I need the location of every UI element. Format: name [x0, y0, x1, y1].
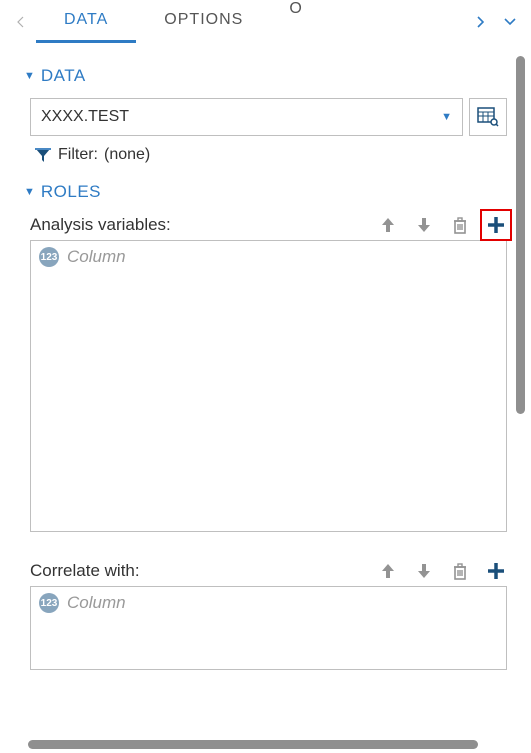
trash-icon	[452, 216, 468, 234]
role-analysis-header: Analysis variables:	[30, 214, 507, 236]
role-correlate-list[interactable]: 123 Column	[30, 586, 507, 670]
table-search-icon	[477, 107, 499, 127]
vertical-scrollbar[interactable]	[516, 56, 525, 414]
section-data-title: DATA	[41, 66, 86, 86]
plus-icon	[486, 561, 506, 581]
move-down-button[interactable]	[413, 560, 435, 582]
arrow-up-icon	[380, 216, 396, 234]
dataset-name: XXXX.TEST	[41, 108, 129, 126]
section-data-header[interactable]: ▼ DATA	[24, 66, 507, 86]
tabs-row: DATA OPTIONS O	[0, 0, 531, 44]
browse-dataset-button[interactable]	[469, 98, 507, 136]
placeholder-text: Column	[67, 593, 126, 613]
tab-data[interactable]: DATA	[36, 0, 136, 43]
tab-partial[interactable]: O	[271, 0, 310, 43]
role-correlate-block: Correlate with:	[30, 560, 507, 670]
move-up-button[interactable]	[377, 214, 399, 236]
dropdown-caret-icon: ▼	[441, 111, 452, 123]
arrow-up-icon	[380, 562, 396, 580]
tab-scroll-left-icon[interactable]	[6, 16, 36, 28]
dataset-select[interactable]: XXXX.TEST ▼	[30, 98, 463, 136]
numeric-badge-icon: 123	[39, 247, 59, 267]
caret-down-icon: ▼	[24, 70, 35, 82]
filter-label: Filter:	[58, 146, 98, 164]
numeric-badge-icon: 123	[39, 593, 59, 613]
tab-menu-caret-icon[interactable]	[495, 18, 525, 26]
filter-value: (none)	[104, 146, 150, 164]
caret-down-icon: ▼	[24, 186, 35, 198]
placeholder-text: Column	[67, 247, 126, 267]
role-correlate-header: Correlate with:	[30, 560, 507, 582]
tabs-container: DATA OPTIONS O	[36, 0, 465, 43]
filter-row[interactable]: Filter: (none)	[34, 146, 507, 164]
tab-options[interactable]: OPTIONS	[136, 0, 271, 43]
section-roles-title: ROLES	[41, 182, 101, 202]
role-analysis-block: Analysis variables:	[30, 214, 507, 532]
add-correlate-button[interactable]	[485, 560, 507, 582]
role-analysis-list[interactable]: 123 Column	[30, 240, 507, 532]
dataset-row: XXXX.TEST ▼	[30, 98, 507, 136]
section-roles-header[interactable]: ▼ ROLES	[24, 182, 507, 202]
panel-body: ▼ DATA XXXX.TEST ▼ Filter:	[0, 44, 531, 753]
tab-scroll-right-icon[interactable]	[465, 16, 495, 28]
role-analysis-label: Analysis variables:	[30, 215, 171, 235]
plus-icon	[486, 215, 506, 235]
arrow-down-icon	[416, 562, 432, 580]
role-correlate-placeholder: 123 Column	[31, 587, 506, 619]
move-up-button[interactable]	[377, 560, 399, 582]
trash-icon	[452, 562, 468, 580]
role-correlate-label: Correlate with:	[30, 561, 140, 581]
role-analysis-placeholder: 123 Column	[31, 241, 506, 273]
delete-button[interactable]	[449, 214, 471, 236]
filter-icon	[34, 146, 52, 164]
highlight-add-analysis	[480, 209, 512, 241]
role-analysis-actions	[377, 214, 507, 236]
arrow-down-icon	[416, 216, 432, 234]
move-down-button[interactable]	[413, 214, 435, 236]
add-analysis-button[interactable]	[485, 214, 507, 236]
role-correlate-actions	[377, 560, 507, 582]
horizontal-scrollbar[interactable]	[28, 740, 478, 749]
delete-button[interactable]	[449, 560, 471, 582]
